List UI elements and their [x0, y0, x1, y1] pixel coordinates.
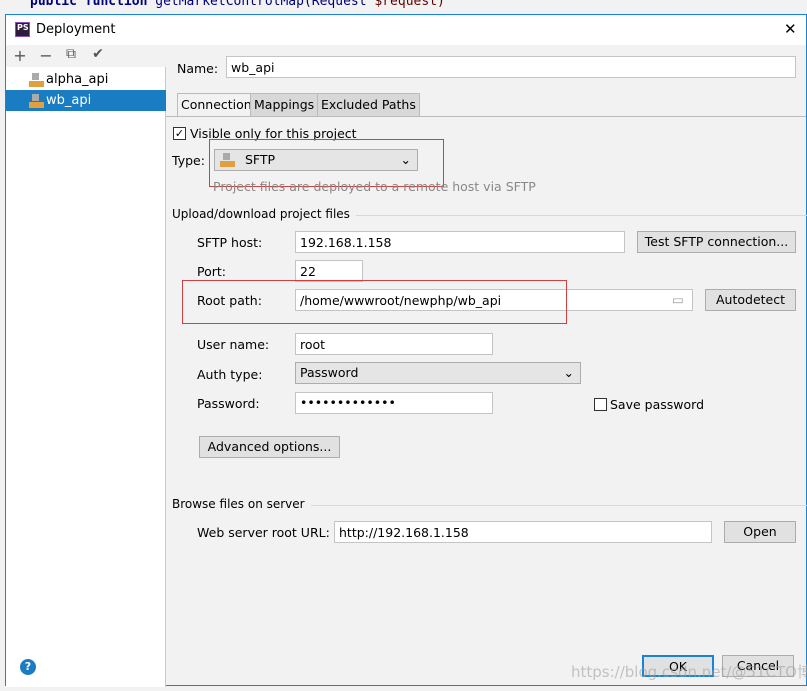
- tab-mappings[interactable]: Mappings: [250, 93, 319, 117]
- type-label: Type:: [172, 153, 205, 168]
- name-label: Name:: [177, 61, 219, 76]
- help-icon[interactable]: ?: [20, 659, 36, 675]
- title-bar: PS Deployment ✕: [6, 15, 806, 45]
- default-check-icon[interactable]: ✔: [88, 46, 108, 62]
- sftp-host-input[interactable]: [295, 231, 625, 253]
- open-button[interactable]: Open: [724, 521, 796, 543]
- port-input[interactable]: [295, 260, 363, 282]
- add-icon[interactable]: +: [10, 46, 30, 65]
- tab-excluded-paths[interactable]: Excluded Paths: [317, 93, 420, 117]
- watermark: https://blog.csdn.net/@51CTO博客: [571, 663, 807, 681]
- sftp-icon: [29, 94, 44, 108]
- password-label: Password:: [197, 396, 260, 411]
- auth-type-label: Auth type:: [197, 367, 263, 382]
- tab-divider: [166, 116, 806, 117]
- server-item-wb-api[interactable]: wb_api: [6, 90, 166, 111]
- dialog-title: Deployment: [36, 22, 116, 37]
- phpstorm-logo: PS: [15, 22, 30, 37]
- upload-section-title: Upload/download project files: [172, 207, 807, 221]
- server-item-alpha-api[interactable]: alpha_api: [6, 69, 166, 90]
- close-icon[interactable]: ✕: [784, 20, 797, 38]
- type-hint: Project files are deployed to a remote h…: [213, 179, 536, 194]
- auth-type-select[interactable]: Password ⌄: [295, 362, 581, 384]
- sftp-host-label: SFTP host:: [197, 235, 263, 250]
- user-name-input[interactable]: [295, 333, 493, 355]
- background-code: public function getMarketControlMap(Requ…: [30, 0, 445, 9]
- remove-icon[interactable]: −: [36, 46, 56, 65]
- sidebar-toolbar: + − ⧉ ✔: [6, 45, 166, 67]
- test-connection-button[interactable]: Test SFTP connection...: [637, 231, 796, 253]
- tab-connection[interactable]: Connection: [177, 93, 256, 117]
- browse-section-title: Browse files on server: [172, 497, 807, 511]
- save-password-checkbox[interactable]: [594, 398, 607, 411]
- copy-icon[interactable]: ⧉: [61, 46, 81, 62]
- web-url-label: Web server root URL:: [197, 525, 330, 540]
- folder-icon[interactable]: ▭: [672, 292, 684, 307]
- sftp-icon: [29, 73, 44, 87]
- advanced-options-button[interactable]: Advanced options...: [199, 436, 340, 458]
- password-input[interactable]: •••••••••••••: [295, 392, 493, 414]
- visible-only-checkbox[interactable]: ✓: [173, 127, 186, 140]
- port-label: Port:: [197, 264, 226, 279]
- server-list: + − ⧉ ✔ alpha_api wb_api: [6, 45, 166, 687]
- user-name-label: User name:: [197, 337, 270, 352]
- name-input[interactable]: [226, 56, 796, 78]
- web-url-input[interactable]: [334, 521, 712, 543]
- deployment-dialog: PS Deployment ✕ + − ⧉ ✔ alpha_api wb_api…: [5, 14, 807, 687]
- root-path-highlight-box: [182, 280, 567, 324]
- save-password-label: Save password: [610, 397, 705, 412]
- autodetect-button[interactable]: Autodetect: [705, 289, 796, 311]
- chevron-down-icon: ⌄: [563, 365, 574, 380]
